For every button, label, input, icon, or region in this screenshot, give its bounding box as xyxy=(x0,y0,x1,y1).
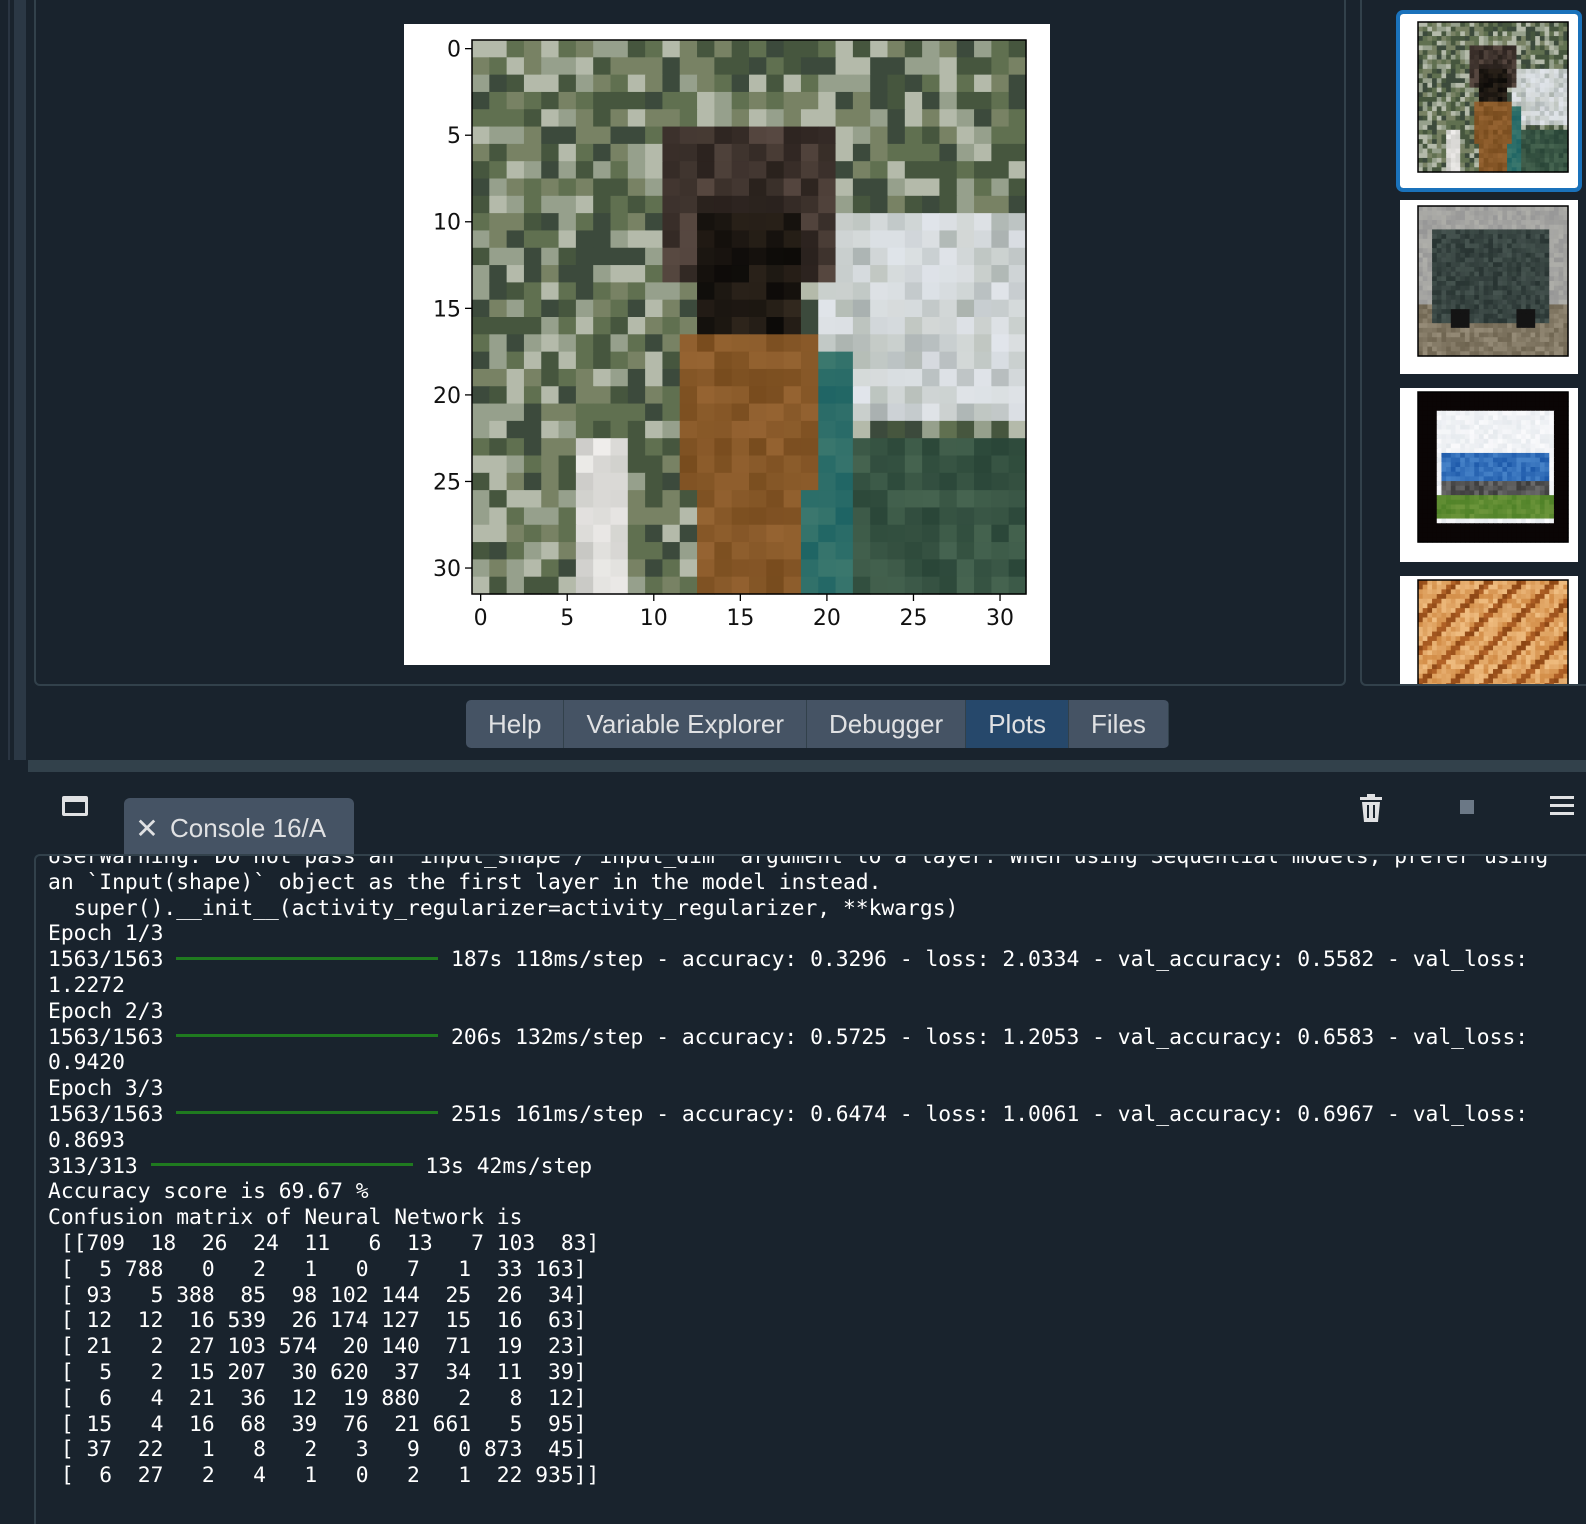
console-output[interactable]: UserWarning: Do not pass an `input_shape… xyxy=(34,854,1586,1524)
confusion-row: [ 6 4 21 36 12 19 880 2 8 12] xyxy=(48,1385,587,1411)
confusion-row: [ 5 788 0 2 1 0 7 1 33 163] xyxy=(48,1256,587,1282)
thumbnail-airplane[interactable] xyxy=(1400,388,1578,562)
pane-tabbar: Help Variable Explorer Debugger Plots Fi… xyxy=(466,700,1169,748)
console-line: 13s 42ms/step xyxy=(412,1153,593,1179)
y-tick-label: 15 xyxy=(433,297,461,322)
progress-bar xyxy=(150,1163,413,1167)
console-line: 187s 118ms/step - accuracy: 0.3296 - los… xyxy=(438,947,1529,973)
console-line: 1563/1563 xyxy=(48,947,164,973)
console-line: 1563/1563 xyxy=(48,1024,164,1050)
confusion-row: [ 37 22 1 8 2 3 9 0 873 45] xyxy=(48,1437,587,1463)
trash-icon[interactable] xyxy=(1360,794,1382,822)
y-tick-label: 25 xyxy=(433,470,461,495)
console-line: 0.9420 xyxy=(48,1050,125,1076)
console-line: Epoch 1/3 xyxy=(48,921,164,947)
tab-variable-explorer[interactable]: Variable Explorer xyxy=(564,700,807,748)
left-splitter[interactable] xyxy=(14,0,26,760)
console-line: Epoch 3/3 xyxy=(48,1076,164,1102)
confusion-row: [ 6 27 2 4 1 0 2 1 22 935]] xyxy=(48,1463,600,1489)
console-line: 206s 132ms/step - accuracy: 0.5725 - los… xyxy=(438,1024,1529,1050)
thumbnail-truck[interactable] xyxy=(1400,200,1578,374)
console-line: 1.2272 xyxy=(48,972,125,998)
y-tick-label: 20 xyxy=(433,384,461,409)
x-tick-label: 10 xyxy=(640,606,668,631)
progress-bar xyxy=(176,1034,439,1038)
image-pixels xyxy=(472,40,1027,595)
confusion-row: [ 12 12 16 539 26 174 127 15 16 63] xyxy=(48,1308,587,1334)
x-tick-label: 15 xyxy=(726,606,754,631)
console-line: Epoch 2/3 xyxy=(48,998,164,1024)
thumbnail-dog-image xyxy=(1417,579,1569,684)
thumbnail-dog[interactable] xyxy=(1400,576,1578,684)
x-tick-label: 5 xyxy=(560,606,574,631)
plot-viewer: 0 5 10 15 20 25 30 0 5 10 15 20 25 30 xyxy=(34,0,1346,686)
x-tick-label: 30 xyxy=(986,606,1014,631)
close-icon[interactable]: ✕ xyxy=(124,812,170,845)
console-tab[interactable]: ✕ Console 16/A xyxy=(124,798,354,862)
left-pane-edge xyxy=(0,0,10,760)
thumbnail-truck-image xyxy=(1417,205,1569,357)
y-tick-label: 0 xyxy=(447,38,461,63)
console-line: 0.8693 xyxy=(48,1127,125,1153)
image-pixels xyxy=(1418,580,1569,684)
console-header: ✕ Console 16/A xyxy=(28,772,1586,862)
tab-files[interactable]: Files xyxy=(1069,700,1169,748)
tab-debugger[interactable]: Debugger xyxy=(807,700,967,748)
image-pixels xyxy=(1418,392,1569,543)
tab-plots[interactable]: Plots xyxy=(966,700,1070,748)
x-tick-label: 25 xyxy=(899,606,927,631)
y-tick-label: 30 xyxy=(433,557,461,582)
progress-bar xyxy=(176,1111,439,1115)
y-tick-label: 10 xyxy=(433,211,461,236)
plot-thumbnails-panel[interactable] xyxy=(1360,0,1586,686)
console-tab-label: Console 16/A xyxy=(170,812,327,843)
options-menu-icon[interactable] xyxy=(1550,796,1574,816)
confusion-row: [ 15 4 16 68 39 76 21 661 5 95] xyxy=(48,1411,587,1437)
console-line: Accuracy score is 69.67 % xyxy=(48,1179,369,1205)
thumbnail-deer[interactable] xyxy=(1396,10,1582,192)
main-plot-image: 0 5 10 15 20 25 30 0 5 10 15 20 25 30 xyxy=(433,38,1027,631)
console-line: 251s 161ms/step - accuracy: 0.6474 - los… xyxy=(438,1101,1529,1127)
confusion-row: [ 93 5 388 85 98 102 144 25 26 34] xyxy=(48,1282,587,1308)
stop-icon[interactable] xyxy=(1460,800,1474,814)
main-plot-figure: 0 5 10 15 20 25 30 0 5 10 15 20 25 30 xyxy=(404,24,1050,665)
thumbnail-airplane-image xyxy=(1417,391,1569,543)
x-tick-label: 0 xyxy=(474,606,488,631)
console-line: 313/313 xyxy=(48,1153,138,1179)
thumbnail-deer-image xyxy=(1417,21,1569,173)
console-line: 1563/1563 xyxy=(48,1101,164,1127)
y-tick-label: 5 xyxy=(447,124,461,149)
console-line: an `Input(shape)` object as the first la… xyxy=(48,869,882,895)
image-pixels xyxy=(1418,206,1569,357)
x-tick-label: 20 xyxy=(813,606,841,631)
confusion-row: [ 21 2 27 103 574 20 140 71 19 23] xyxy=(48,1334,587,1360)
console-line: UserWarning: Do not pass an `input_shape… xyxy=(48,854,1549,869)
image-pixels xyxy=(1418,22,1569,173)
console-line: Confusion matrix of Neural Network is xyxy=(48,1205,523,1231)
tab-help[interactable]: Help xyxy=(466,700,565,748)
console-line: super().__init__(activity_regularizer=ac… xyxy=(48,895,959,921)
browse-tabs-icon[interactable] xyxy=(62,796,88,816)
horizontal-splitter[interactable] xyxy=(28,760,1586,772)
confusion-row: [ 5 2 15 207 30 620 37 34 11 39] xyxy=(48,1359,587,1385)
progress-bar xyxy=(176,956,439,960)
confusion-row: [[709 18 26 24 11 6 13 7 103 83] xyxy=(48,1230,600,1256)
